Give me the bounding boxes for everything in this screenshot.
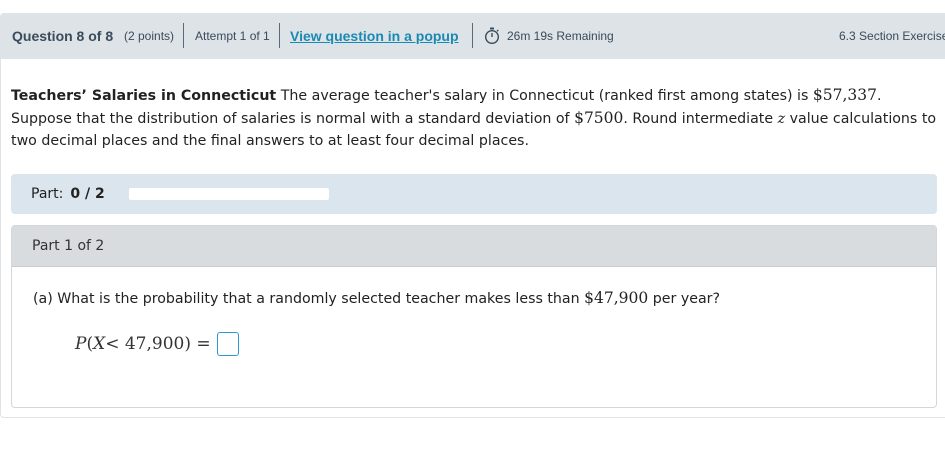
question-text: (a) What is the probability that a rando… xyxy=(33,291,580,307)
question-points: (2 points) xyxy=(124,29,175,43)
progress-track xyxy=(129,188,329,200)
answer-equation: P(X< 47,900) = xyxy=(75,332,239,356)
part-progress-label: Part: 0 / 2 xyxy=(31,174,105,214)
header-divider xyxy=(472,23,473,48)
part-panel: Part 1 of 2 (a) What is the probability … xyxy=(11,225,937,408)
part-question: (a) What is the probability that a rando… xyxy=(33,289,720,307)
mean-salary: $57,337 xyxy=(812,86,878,104)
inequality: < 47,900) = xyxy=(105,334,211,354)
z-variable: z xyxy=(777,111,786,127)
part-count: 0 / 2 xyxy=(70,186,105,202)
random-variable: X xyxy=(93,334,106,354)
part-header: Part 1 of 2 xyxy=(12,226,936,267)
section-label: 6.3 Section Exercise xyxy=(839,29,945,43)
header-divider xyxy=(279,23,280,48)
header-divider xyxy=(183,23,184,48)
problem-title: Teachers’ Salaries in Connecticut xyxy=(11,88,277,104)
problem-text: . Round intermediate xyxy=(623,111,774,127)
view-popup-link[interactable]: View question in a popup xyxy=(290,13,459,59)
question-page: Question 8 of 8 (2 points) Attempt 1 of … xyxy=(0,0,945,466)
standard-deviation: $7500 xyxy=(574,109,624,127)
problem-text: The average teacher's salary in Connecti… xyxy=(280,88,809,104)
question-number: Question 8 of 8 xyxy=(12,28,114,44)
question-header: Question 8 of 8 (2 points) Attempt 1 of … xyxy=(0,13,945,59)
answer-input[interactable] xyxy=(216,332,239,356)
salary-threshold: $47,900 xyxy=(584,289,649,307)
attempt-count: Attempt 1 of 1 xyxy=(195,29,270,43)
question-text: per year? xyxy=(652,291,721,307)
prob-symbol: P xyxy=(75,334,87,354)
equation-label: P(X< 47,900) = xyxy=(75,334,211,354)
part-label: Part: xyxy=(31,186,64,202)
part-progress-bar: Part: 0 / 2 xyxy=(11,174,937,214)
stopwatch-icon xyxy=(484,13,500,59)
time-remaining: 26m 19s Remaining xyxy=(507,29,614,43)
problem-statement: Teachers’ Salaries in Connecticut The av… xyxy=(11,84,941,152)
